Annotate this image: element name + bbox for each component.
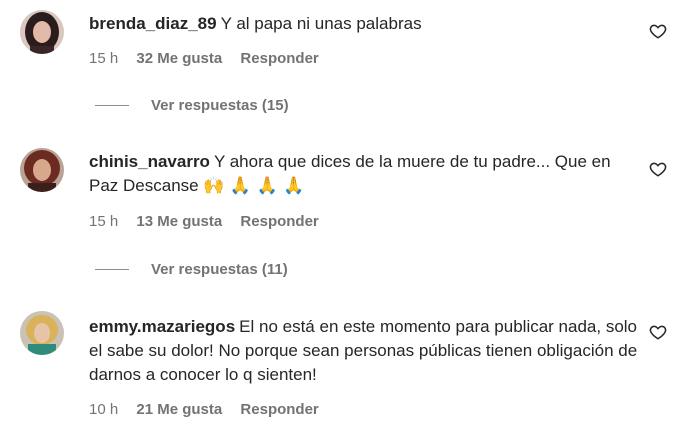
like-count[interactable]: 32 Me gusta (136, 50, 222, 67)
comment-text: chinis_navarro Y ahora que dices de la mu… (89, 150, 638, 198)
comment-message: Y al papa ni unas palabras (220, 14, 422, 33)
comment-username[interactable]: brenda_diaz_89 (89, 14, 217, 33)
view-replies-button[interactable]: Ver respuestas (11) (95, 261, 288, 278)
reply-button[interactable]: Responder (240, 401, 318, 418)
heart-outline-icon[interactable] (649, 160, 667, 178)
comment-time: 15 h (89, 213, 119, 230)
heart-outline-icon[interactable] (649, 323, 667, 341)
comment-meta: 15 h 13 Me gusta Responder (89, 213, 333, 230)
comment-text: brenda_diaz_89 Y al papa ni unas palabras (89, 12, 638, 36)
like-count[interactable]: 13 Me gusta (136, 213, 222, 230)
comment-text: emmy.mazariegos El no está en este moment… (89, 315, 638, 387)
avatar[interactable] (20, 10, 64, 54)
view-replies-button[interactable]: Ver respuestas (15) (95, 97, 289, 114)
avatar[interactable] (20, 311, 64, 355)
heart-outline-icon[interactable] (649, 22, 667, 40)
comment-username[interactable]: chinis_navarro (89, 152, 210, 171)
replies-divider (95, 105, 129, 106)
replies-divider (95, 269, 129, 270)
comment-emojis: 🙌 🙏 🙏 🙏 (203, 176, 305, 196)
comment-time: 15 h (89, 50, 119, 67)
comment-meta: 10 h 21 Me gusta Responder (89, 401, 333, 418)
view-replies-label: Ver respuestas (11) (151, 261, 288, 278)
view-replies-label: Ver respuestas (15) (151, 97, 289, 114)
comment-username[interactable]: emmy.mazariegos (89, 317, 235, 336)
like-count[interactable]: 21 Me gusta (136, 401, 222, 418)
comment-time: 10 h (89, 401, 119, 418)
avatar[interactable] (20, 148, 64, 192)
reply-button[interactable]: Responder (240, 213, 318, 230)
reply-button[interactable]: Responder (240, 50, 318, 67)
comment-meta: 15 h 32 Me gusta Responder (89, 50, 333, 67)
